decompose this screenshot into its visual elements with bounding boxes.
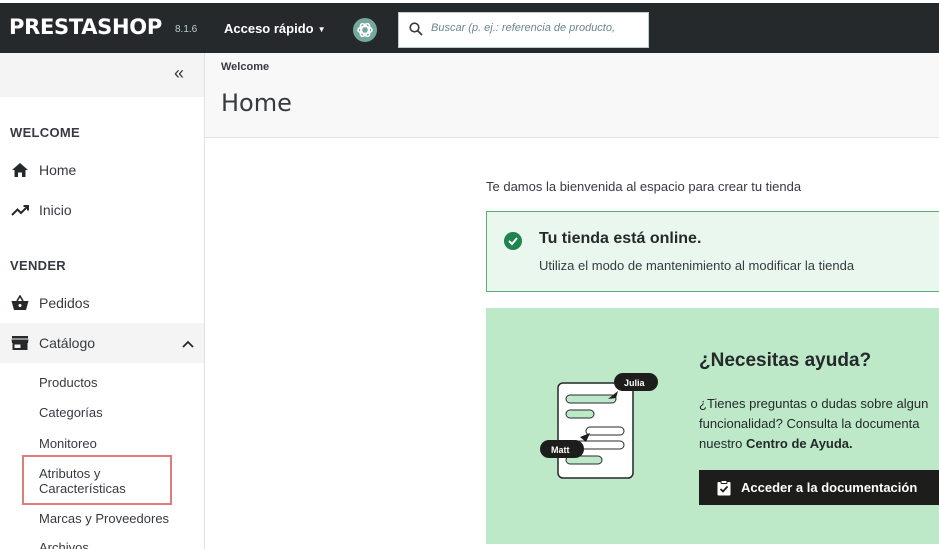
top-header: PRESTASHOP 8.1.6 Acceso rápido ▼ [0,0,939,53]
clipboard-check-icon [717,479,731,496]
chatgpt-icon[interactable] [353,18,377,42]
collapse-sidebar-icon[interactable]: « [174,63,184,84]
page-title: Home [221,89,292,117]
sidebar-collapse-bar: « [0,53,204,97]
caret-down-icon: ▼ [317,25,326,35]
sidebar-subitem-productos[interactable]: Productos [39,375,98,390]
sidebar-item-home[interactable]: Home [0,150,204,190]
sidebar-item-catalogo[interactable]: Catálogo [0,323,204,363]
sidebar-subitem-archivos[interactable]: Archivos [39,540,89,549]
home-icon [10,162,30,178]
help-center-link[interactable]: Centro de Ayuda. [746,436,853,451]
help-text-line2: funcionalidad? Consulta la documenta [699,416,920,431]
page-header: Welcome Home [205,53,939,138]
store-online-title: Tu tienda está online. [539,230,702,247]
help-title: ¿Necesitas ayuda? [699,350,872,371]
section-title-welcome: WELCOME [10,125,80,140]
sidebar-item-label: Inicio [39,202,72,218]
sidebar-item-label: Pedidos [39,295,90,311]
help-text-line3: nuestro Centro de Ayuda. [699,434,939,454]
trending-up-icon [10,204,30,216]
basket-icon [10,295,30,311]
sidebar-item-inicio[interactable]: Inicio [0,190,204,230]
search-box[interactable] [398,12,649,48]
quick-access-dropdown[interactable]: Acceso rápido ▼ [224,21,326,36]
chevron-up-icon[interactable] [182,335,194,351]
help-text: ¿Tienes preguntas o dudas sobre algun fu… [699,394,939,454]
sidebar-subitem-marcas[interactable]: Marcas y Proveedores [39,511,169,526]
highlight-outline [22,455,172,505]
sidebar-subitem-monitoreo[interactable]: Monitoreo [39,436,97,451]
bubble-matt: Matt [551,445,570,455]
version-label: 8.1.6 [175,24,198,35]
sidebar-item-label: Catálogo [39,335,96,351]
documentation-button-label: Acceder a la documentación [741,480,918,495]
store-icon [10,335,30,351]
breadcrumb[interactable]: Welcome [221,61,269,73]
search-input[interactable] [431,22,641,34]
welcome-text: Te damos la bienvenida al espacio para c… [486,179,802,194]
chat-illustration: Julia Matt [536,373,666,488]
sidebar-subitem-categorias[interactable]: Categorías [39,405,103,420]
prestashop-logo[interactable]: PRESTASHOP [9,15,162,39]
quick-access-label: Acceso rápido [224,21,314,36]
store-online-desc: Utiliza el modo de mantenimiento al modi… [539,258,855,273]
documentation-button[interactable]: Acceder a la documentación [699,470,939,505]
sidebar-item-pedidos[interactable]: Pedidos [0,283,204,323]
help-text-line1: ¿Tienes preguntas o dudas sobre algun [699,396,929,411]
section-title-sell: VENDER [10,258,66,273]
store-online-card: Tu tienda está online. Utiliza el modo d… [486,211,939,292]
help-text-line3-prefix: nuestro [699,436,746,451]
sidebar-item-label: Home [39,162,77,178]
check-circle-icon [504,232,522,250]
help-card: Julia Matt ¿Necesitas ayuda? ¿Tienes pre… [486,308,939,544]
search-icon [409,22,423,41]
bubble-julia: Julia [624,378,646,388]
